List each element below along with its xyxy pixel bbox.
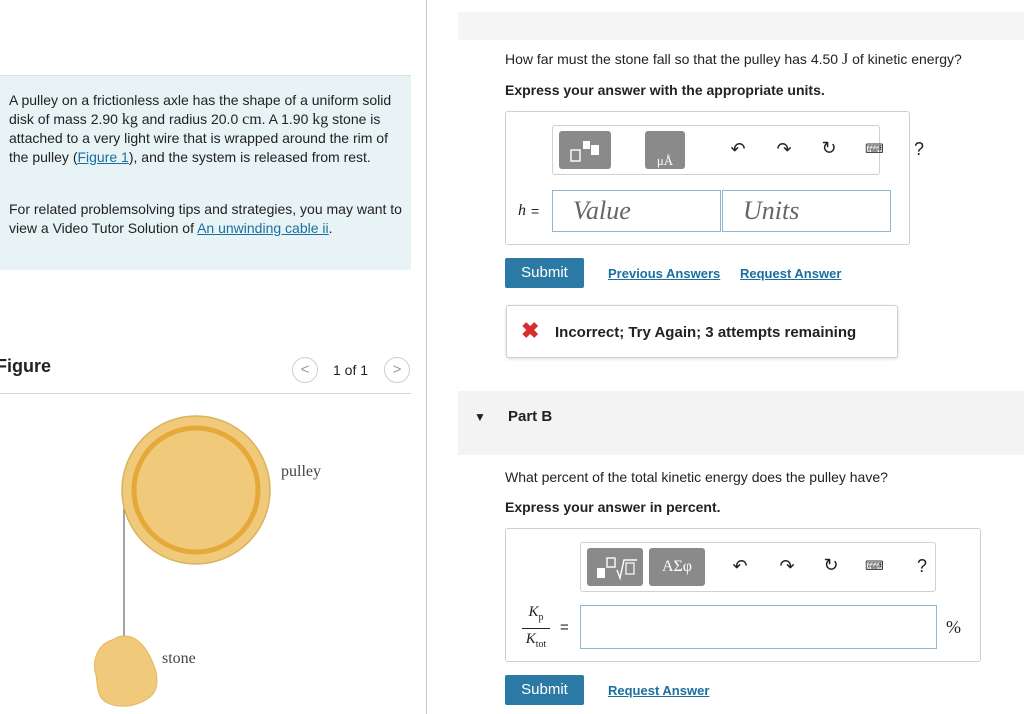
units-icon: μÅ — [657, 153, 674, 168]
templates-button[interactable] — [587, 548, 643, 586]
redo-icon[interactable]: ↷ — [775, 556, 799, 577]
pulley-label: pulley — [281, 463, 321, 480]
part-b-question: What percent of the total kinetic energy… — [505, 469, 888, 485]
pulley-figure: pulley stone — [94, 415, 321, 707]
part-b-instruction: Express your answer in percent. — [505, 499, 721, 515]
feedback-text: Incorrect; Try Again; 3 attempts remaini… — [555, 324, 857, 341]
greek-symbols-button[interactable]: ΑΣφ — [649, 548, 705, 586]
percent-unit: % — [946, 617, 961, 637]
part-a-instruction: Express your answer with the appropriate… — [505, 82, 825, 98]
keyboard-icon[interactable]: ⌨ — [865, 558, 884, 574]
sqrt-template-icon — [597, 557, 637, 581]
video-tutor-note: For related problemsolving tips and stra… — [9, 201, 402, 236]
reset-icon[interactable]: ↻ — [819, 555, 843, 576]
kinetic-energy-ratio: Kp Ktot — [520, 603, 552, 654]
next-figure-button[interactable]: > — [384, 357, 410, 383]
svg-text:μÅ: μÅ — [657, 153, 674, 168]
part-b-request-answer-link[interactable]: Request Answer — [608, 683, 709, 698]
equals-sign: = — [560, 619, 569, 636]
part-b-toolbar: ΑΣφ ↶ ↷ ↻ ⌨ ? — [580, 542, 936, 592]
undo-icon[interactable]: ↶ — [728, 556, 752, 577]
part-b-header[interactable]: ▼ Part B — [458, 391, 1024, 455]
feedback-message: ✖ Incorrect; Try Again; 3 attempts remai… — [506, 305, 898, 358]
part-a-submit-button[interactable]: Submit — [505, 258, 584, 288]
equals-sign: = — [531, 203, 540, 219]
figure-title: Figure — [0, 356, 52, 376]
stone-shape — [94, 635, 158, 707]
units-input[interactable]: Units — [722, 190, 891, 232]
video-tutor-link[interactable]: An unwinding cable ii — [197, 220, 329, 236]
part-b-answer-box: ΑΣφ ↶ ↷ ↻ ⌨ ? — [505, 528, 981, 662]
incorrect-icon: ✖ — [521, 318, 540, 343]
templates-button[interactable] — [559, 131, 611, 169]
previous-figure-button[interactable]: < — [292, 357, 318, 383]
part-b-title: Part B — [508, 408, 553, 425]
part-a-answer-box: μÅ ↶ ↷ ↻ ⌨ ? h = Value Units — [505, 111, 924, 245]
problem-intro: A pulley on a frictionless axle has the … — [0, 75, 411, 270]
figure-link[interactable]: Figure 1 — [77, 149, 128, 165]
help-icon[interactable]: ? — [917, 556, 927, 577]
problem-panel: A pulley on a frictionless axle has the … — [0, 0, 427, 714]
part-a-question: How far must the stone fall so that the … — [505, 51, 962, 68]
previous-answers-link[interactable]: Previous Answers — [608, 266, 720, 281]
part-a-toolbar: μÅ ↶ ↷ ↻ ⌨ ? — [552, 125, 924, 175]
kp-numerator: Kp — [528, 604, 544, 623]
stone-label: stone — [162, 650, 196, 667]
ktot-denominator: Ktot — [525, 631, 547, 650]
figure-pager: 1 of 1 — [333, 362, 369, 378]
help-icon[interactable]: ? — [914, 139, 924, 160]
reset-icon[interactable]: ↻ — [817, 138, 841, 159]
part-a-request-answer-link[interactable]: Request Answer — [740, 266, 841, 281]
pulley-disk — [121, 415, 271, 565]
collapse-caret-icon[interactable]: ▼ — [474, 410, 486, 424]
percent-input[interactable] — [580, 605, 937, 649]
value-input[interactable]: Value — [552, 190, 721, 232]
undo-icon[interactable]: ↶ — [726, 139, 750, 160]
variable-h: h — [518, 202, 526, 219]
redo-icon[interactable]: ↷ — [772, 139, 796, 160]
problem-statement: A pulley on a frictionless axle has the … — [9, 92, 392, 165]
units-button[interactable]: μÅ — [645, 131, 685, 169]
keyboard-icon[interactable]: ⌨ — [865, 141, 884, 157]
fraction-bar — [522, 628, 550, 629]
figure-header: Figure < 1 of 1 > — [0, 350, 411, 394]
part-b-submit-button[interactable]: Submit — [505, 675, 584, 705]
fraction-template-icon — [570, 141, 599, 162]
part-a-header — [458, 12, 1024, 40]
